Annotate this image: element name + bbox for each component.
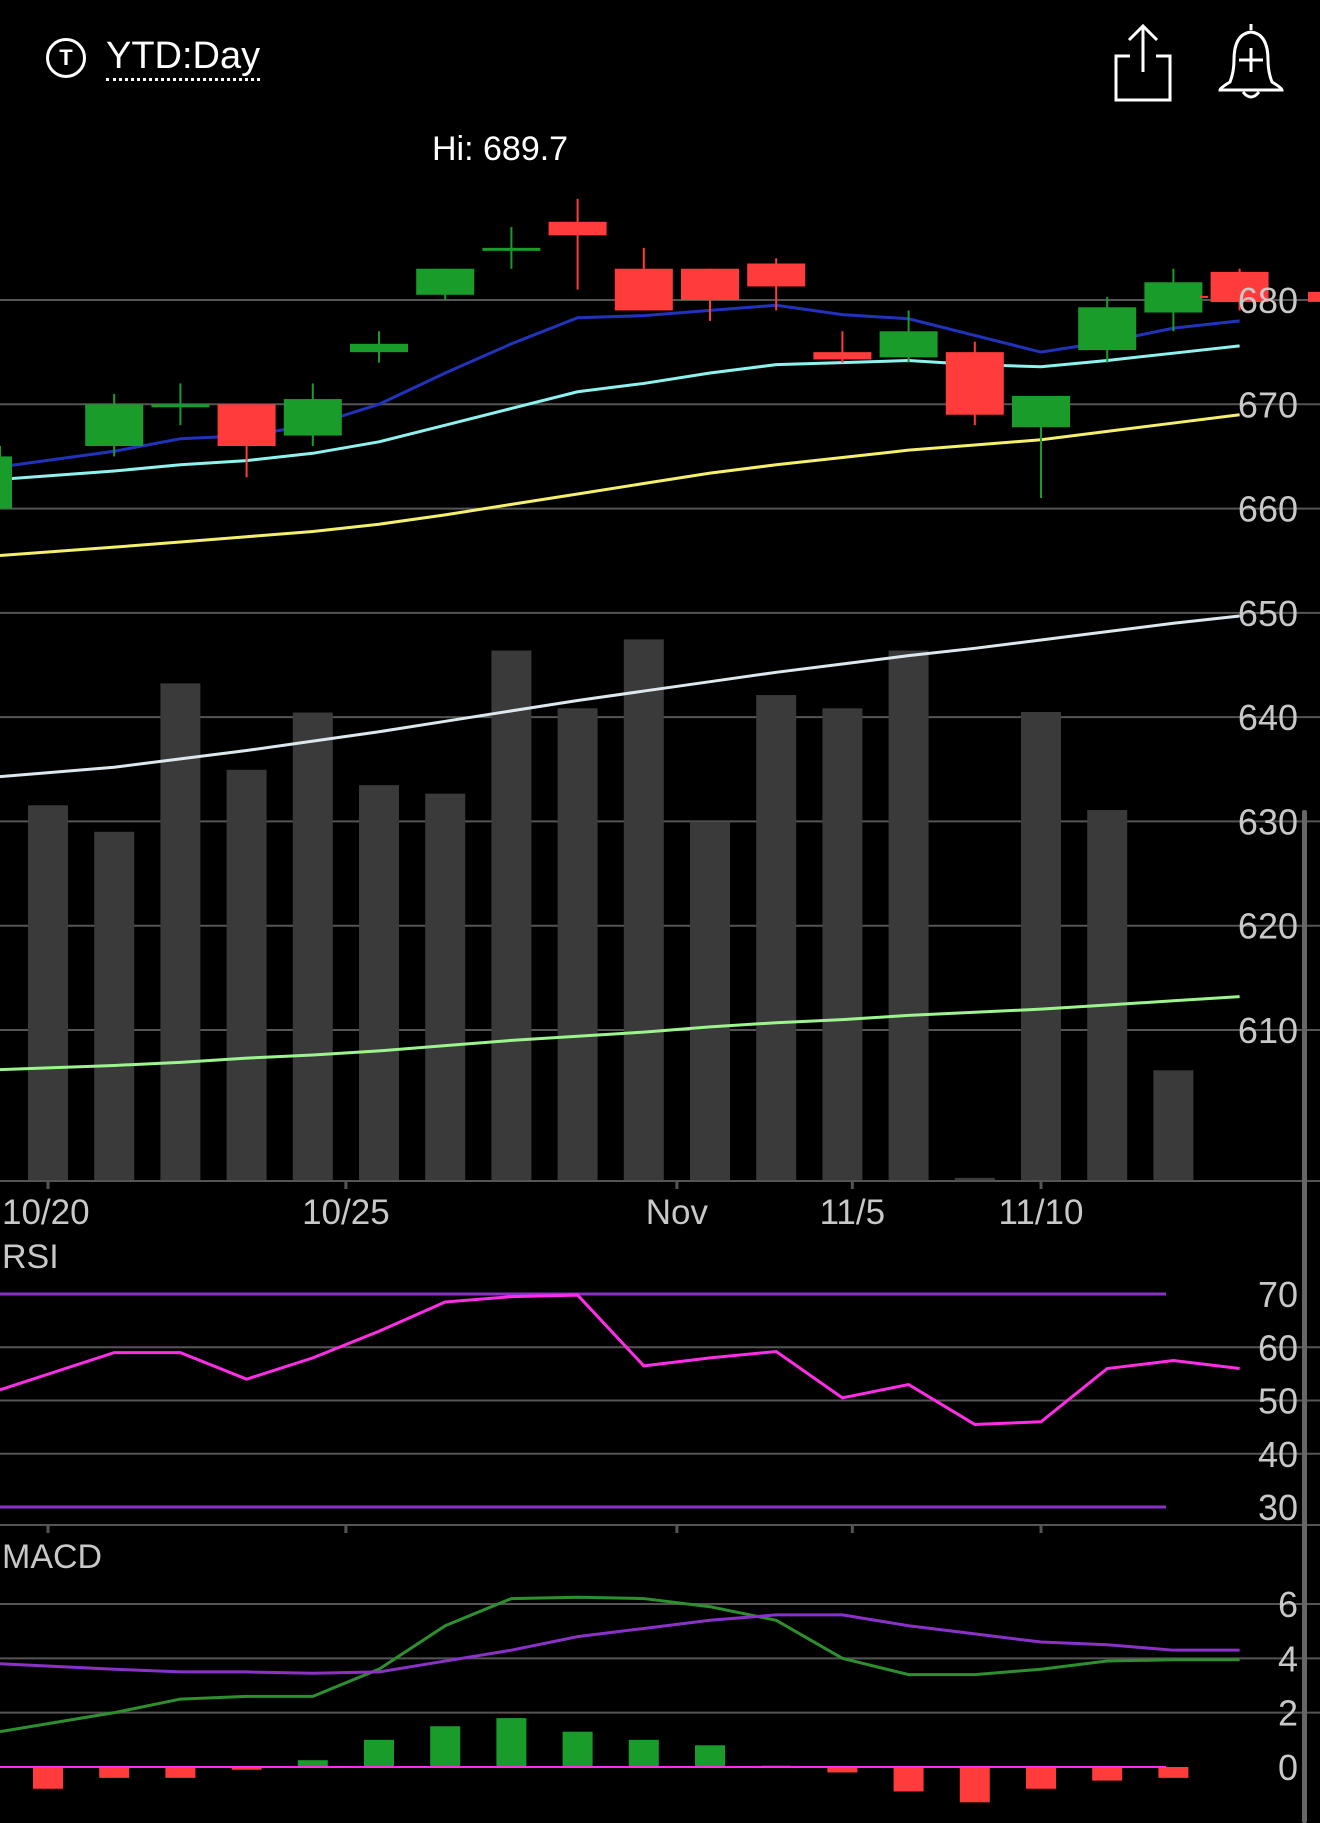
candle-body bbox=[614, 268, 673, 311]
macd-histogram-bar bbox=[297, 1760, 328, 1767]
macd-histogram-bar bbox=[893, 1767, 924, 1792]
macd-histogram-bar bbox=[496, 1718, 527, 1767]
volume-bar bbox=[954, 1177, 995, 1180]
candle-body bbox=[85, 404, 144, 446]
price-tick-label: 650 bbox=[1238, 593, 1298, 634]
volume-bar bbox=[94, 831, 135, 1180]
date-label: Nov bbox=[646, 1193, 709, 1232]
macd-histogram-bar bbox=[165, 1767, 196, 1778]
candle-body bbox=[482, 247, 541, 251]
date-label: 10/20 bbox=[2, 1193, 90, 1232]
macd-histogram-bar bbox=[1026, 1767, 1056, 1789]
macd-histogram-bar bbox=[959, 1767, 990, 1803]
candle-body bbox=[283, 399, 342, 436]
date-label: 10/25 bbox=[302, 1193, 390, 1232]
volume-bar bbox=[756, 695, 797, 1180]
volume-bar bbox=[1087, 810, 1128, 1180]
date-label: 11/10 bbox=[999, 1193, 1084, 1232]
rsi-title: RSI bbox=[2, 1238, 59, 1276]
price-tick-label: 640 bbox=[1238, 697, 1298, 738]
macd-title: MACD bbox=[2, 1538, 102, 1576]
candle-body bbox=[1078, 307, 1137, 351]
volume-bar bbox=[226, 769, 267, 1180]
price-tick-label: 660 bbox=[1238, 489, 1298, 530]
candle-body bbox=[217, 404, 276, 446]
scrollbar[interactable] bbox=[1302, 810, 1307, 1823]
candle-body bbox=[681, 268, 739, 300]
candle-body bbox=[548, 221, 607, 236]
volume-bar bbox=[690, 821, 730, 1180]
volume-bar bbox=[557, 708, 598, 1180]
macd-histogram-bar bbox=[430, 1726, 461, 1767]
price-tick-label: 610 bbox=[1238, 1010, 1298, 1051]
macd-histogram-bar bbox=[364, 1739, 394, 1767]
candles bbox=[0, 198, 1320, 509]
candle-body bbox=[813, 352, 872, 360]
rsi-tick-label: 30 bbox=[1258, 1487, 1298, 1528]
macd-line bbox=[0, 1595, 1240, 1734]
macd-histogram-bar bbox=[1158, 1767, 1189, 1778]
volume-bar bbox=[1153, 1070, 1194, 1180]
candle-body bbox=[1144, 282, 1203, 313]
volume-bar bbox=[822, 708, 863, 1180]
macd-histogram-bar bbox=[562, 1731, 593, 1767]
volume-bar bbox=[292, 712, 333, 1180]
volume-bar bbox=[359, 785, 399, 1180]
price-tick-label: 620 bbox=[1238, 906, 1298, 947]
volume-bar bbox=[888, 650, 929, 1180]
volume-bar bbox=[425, 793, 466, 1180]
date-label: 11/5 bbox=[820, 1193, 886, 1232]
volume-bar bbox=[623, 639, 664, 1180]
volume-bar bbox=[491, 650, 532, 1180]
high-price-label: Hi: 689.7 bbox=[432, 130, 568, 168]
rsi-tick-label: 50 bbox=[1258, 1381, 1298, 1422]
candle-body bbox=[416, 268, 475, 295]
macd-histogram-bar bbox=[99, 1767, 130, 1778]
macd-tick-label: 4 bbox=[1278, 1638, 1298, 1679]
volume-bar bbox=[28, 805, 68, 1180]
macd-tick-label: 2 bbox=[1278, 1693, 1298, 1734]
candle-body bbox=[151, 404, 210, 408]
macd-panel: 6 4 2 0 bbox=[0, 1584, 1320, 1803]
price-tick-label: 680 bbox=[1238, 280, 1298, 321]
rsi-tick-label: 40 bbox=[1258, 1434, 1298, 1475]
macd-histogram-bar bbox=[695, 1745, 725, 1767]
macd-histogram-bar bbox=[1092, 1767, 1123, 1781]
candle-body bbox=[879, 331, 938, 358]
chart-area[interactable]: 68067066065064063062061010/20 10/25 Nov 11/… bbox=[0, 0, 1320, 1823]
candle-body bbox=[747, 263, 806, 287]
rsi-tick-label: 60 bbox=[1258, 1327, 1298, 1368]
macd-tick-label: 6 bbox=[1278, 1584, 1298, 1625]
price-tick-label: 630 bbox=[1238, 801, 1298, 842]
last-price-marker bbox=[1308, 291, 1320, 302]
candle-body bbox=[350, 343, 408, 353]
volume-bar bbox=[1021, 712, 1061, 1180]
price-tick-label: 670 bbox=[1238, 384, 1298, 425]
volume-bars bbox=[28, 639, 1194, 1180]
candle-body bbox=[1012, 395, 1070, 428]
macd-histogram-bar bbox=[33, 1767, 63, 1789]
macd-histogram-bar bbox=[628, 1739, 659, 1767]
candle-body bbox=[945, 352, 1004, 415]
macd-tick-label: 0 bbox=[1278, 1747, 1298, 1788]
moving-average-line bbox=[0, 413, 1240, 557]
macd-signal-line bbox=[0, 1613, 1240, 1675]
candle-body bbox=[0, 456, 12, 509]
rsi-tick-label: 70 bbox=[1258, 1274, 1298, 1315]
rsi-panel: 70 60 50 40 30 bbox=[0, 1274, 1320, 1533]
rsi-line bbox=[0, 1293, 1240, 1426]
